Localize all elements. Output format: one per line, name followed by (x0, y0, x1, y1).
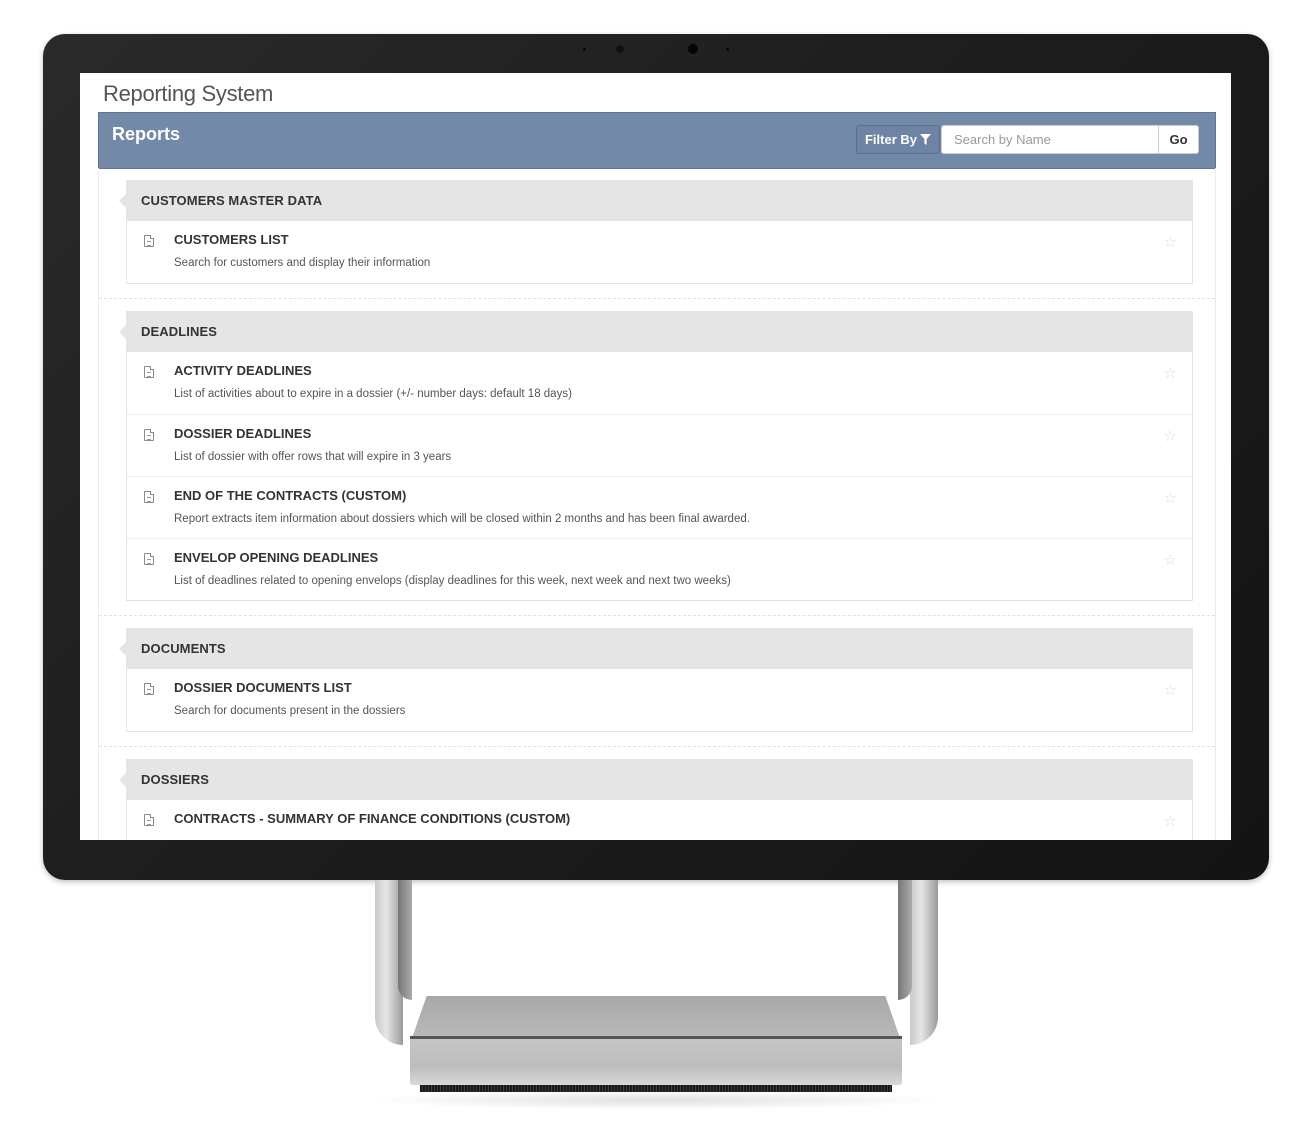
document-icon (144, 491, 154, 503)
group-header[interactable]: DOSSIERS (119, 759, 1193, 800)
document-icon (144, 814, 154, 826)
report-item[interactable]: ACTIVITY DEADLINES List of activities ab… (127, 352, 1192, 414)
document-icon (144, 366, 154, 378)
report-item[interactable]: DOSSIER DEADLINES List of dossier with o… (127, 414, 1192, 476)
report-groups: CUSTOMERS MASTER DATA CUSTOMERS LIST Sea… (98, 168, 1216, 840)
go-button[interactable]: Go (1158, 125, 1199, 154)
monitor-stand-arm-right (910, 880, 938, 1045)
report-list: CONTRACTS - SUMMARY OF FINANCE CONDITION… (126, 800, 1193, 840)
report-item[interactable]: DOSSIER DOCUMENTS LIST Search for docume… (127, 669, 1192, 731)
report-item[interactable]: ENVELOP OPENING DEADLINES List of deadli… (127, 538, 1192, 600)
monitor-base-top (412, 996, 900, 1038)
report-title[interactable]: DOSSIER DOCUMENTS LIST (174, 680, 352, 695)
report-group: CUSTOMERS MASTER DATA CUSTOMERS LIST Sea… (99, 168, 1215, 299)
filter-by-button[interactable]: Filter By (856, 125, 940, 154)
camera-icon (688, 44, 698, 54)
report-list: CUSTOMERS LIST Search for customers and … (126, 221, 1193, 284)
monitor-base-front (410, 1039, 902, 1085)
document-icon (144, 429, 154, 441)
sensor-icon (726, 48, 729, 51)
search-input[interactable] (941, 125, 1159, 154)
monitor-base-vent (420, 1085, 892, 1092)
report-item[interactable]: CUSTOMERS LIST Search for customers and … (127, 221, 1192, 283)
report-list: ACTIVITY DEADLINES List of activities ab… (126, 352, 1193, 601)
report-description: Report extracts item information about d… (174, 513, 750, 525)
star-outline-icon[interactable]: ☆ (1164, 364, 1177, 382)
document-icon (144, 235, 154, 247)
report-item[interactable]: END OF THE CONTRACTS (CUSTOM) Report ext… (127, 476, 1192, 538)
report-title[interactable]: DOSSIER DEADLINES (174, 426, 311, 441)
report-description: List of deadlines related to opening env… (174, 575, 731, 587)
report-title[interactable]: CUSTOMERS LIST (174, 232, 289, 247)
star-outline-icon[interactable]: ☆ (1164, 812, 1177, 830)
report-title[interactable]: ENVELOP OPENING DEADLINES (174, 550, 378, 565)
group-header[interactable]: DOCUMENTS (119, 628, 1193, 669)
funnel-icon (920, 134, 931, 145)
monitor-stand-inner-right (898, 880, 912, 1000)
monitor-stand-inner-left (398, 880, 412, 1000)
sensor-icon (583, 48, 586, 51)
star-outline-icon[interactable]: ☆ (1164, 233, 1177, 251)
report-list: DOSSIER DOCUMENTS LIST Search for docume… (126, 669, 1193, 732)
report-group: DOSSIERS CONTRACTS - SUMMARY OF FINANCE … (99, 747, 1215, 840)
star-outline-icon[interactable]: ☆ (1164, 551, 1177, 569)
document-icon (144, 683, 154, 695)
report-description: List of activities about to expire in a … (174, 388, 572, 400)
star-outline-icon[interactable]: ☆ (1164, 427, 1177, 445)
screen: Reporting System Reports Filter By Go CU… (80, 73, 1231, 840)
star-outline-icon[interactable]: ☆ (1164, 681, 1177, 699)
sensor-icon (616, 45, 624, 53)
report-description: Search for documents present in the doss… (174, 705, 406, 717)
report-title[interactable]: CONTRACTS - SUMMARY OF FINANCE CONDITION… (174, 811, 570, 826)
document-icon (144, 553, 154, 565)
report-description: Search for customers and display their i… (174, 257, 431, 269)
monitor-base-shadow (360, 1090, 952, 1110)
report-title[interactable]: END OF THE CONTRACTS (CUSTOM) (174, 488, 406, 503)
report-item[interactable]: CONTRACTS - SUMMARY OF FINANCE CONDITION… (127, 800, 1192, 840)
page-title: Reports (112, 124, 181, 144)
filter-by-label: Filter By (864, 132, 917, 147)
app-title: Reporting System (103, 81, 274, 106)
group-header[interactable]: CUSTOMERS MASTER DATA (119, 180, 1193, 221)
report-description: List of dossier with offer rows that wil… (174, 451, 452, 463)
group-header[interactable]: DEADLINES (119, 311, 1193, 352)
report-group: DEADLINES ACTIVITY DEADLINES List of act… (99, 299, 1215, 616)
report-group: DOCUMENTS DOSSIER DOCUMENTS LIST Search … (99, 616, 1215, 747)
report-title[interactable]: ACTIVITY DEADLINES (174, 363, 312, 378)
star-outline-icon[interactable]: ☆ (1164, 489, 1177, 507)
reports-header: Reports Filter By Go (98, 112, 1216, 169)
